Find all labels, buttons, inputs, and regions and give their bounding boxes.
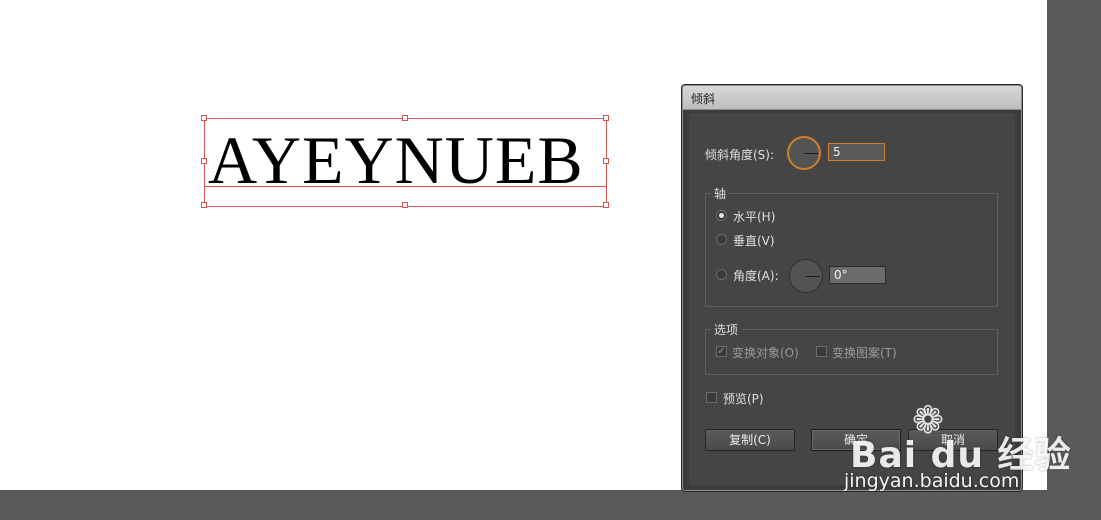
axis-angle-radio[interactable] xyxy=(716,269,727,280)
transform-patterns-label: 变换图案(T) xyxy=(832,346,897,360)
axis-horizontal-label[interactable]: 水平(H) xyxy=(733,208,775,225)
copy-button[interactable]: 复制(C) xyxy=(705,429,795,451)
transform-objects-checkbox: ✓ xyxy=(716,346,727,357)
axis-horizontal-radio[interactable] xyxy=(716,210,727,221)
dialog-body: 倾斜角度(S): 5 轴 水平(H) 垂直(V) 角度(A): 0° 选项 ✓ … xyxy=(689,113,1015,485)
artboard-text: AYEYNUEB xyxy=(208,122,584,198)
handle-top-left[interactable] xyxy=(201,115,207,121)
shear-angle-input[interactable]: 5 xyxy=(828,143,885,161)
preview-checkbox[interactable] xyxy=(706,392,717,403)
selected-text-object[interactable]: AYEYNUEB xyxy=(201,115,609,208)
transform-patterns-checkbox xyxy=(816,346,827,357)
handle-bottom-center[interactable] xyxy=(402,202,408,208)
axis-vertical-radio[interactable] xyxy=(716,234,727,245)
shear-dialog: 倾斜 倾斜角度(S): 5 轴 水平(H) 垂直(V) 角度(A): 0° 选项… xyxy=(682,85,1022,491)
handle-top-right[interactable] xyxy=(603,115,609,121)
handle-bottom-left[interactable] xyxy=(201,202,207,208)
workspace-gutter-right xyxy=(1047,0,1101,520)
shear-angle-dial[interactable] xyxy=(787,136,821,170)
shear-angle-label: 倾斜角度(S): xyxy=(705,148,775,162)
handle-top-center[interactable] xyxy=(402,115,408,121)
axis-angle-label[interactable]: 角度(A): xyxy=(733,267,779,284)
dialog-titlebar[interactable]: 倾斜 xyxy=(683,86,1021,110)
workspace-gutter-bottom xyxy=(0,490,1101,520)
cancel-button[interactable]: 取消 xyxy=(908,429,998,451)
ok-button[interactable]: 确定 xyxy=(811,429,901,451)
dial-needle xyxy=(806,276,820,277)
axis-vertical-label[interactable]: 垂直(V) xyxy=(733,232,775,249)
axis-angle-dial[interactable] xyxy=(789,259,823,293)
handle-bottom-right[interactable] xyxy=(603,202,609,208)
dialog-title: 倾斜 xyxy=(691,92,716,106)
axis-group-title: 轴 xyxy=(711,185,730,202)
preview-label[interactable]: 预览(P) xyxy=(723,390,764,407)
dial-needle xyxy=(804,153,818,154)
axis-angle-input[interactable]: 0° xyxy=(829,266,886,284)
transform-objects-label: 变换对象(O) xyxy=(732,346,799,360)
options-group-title: 选项 xyxy=(711,321,742,338)
handle-middle-right[interactable] xyxy=(603,158,609,164)
handle-middle-left[interactable] xyxy=(201,158,207,164)
